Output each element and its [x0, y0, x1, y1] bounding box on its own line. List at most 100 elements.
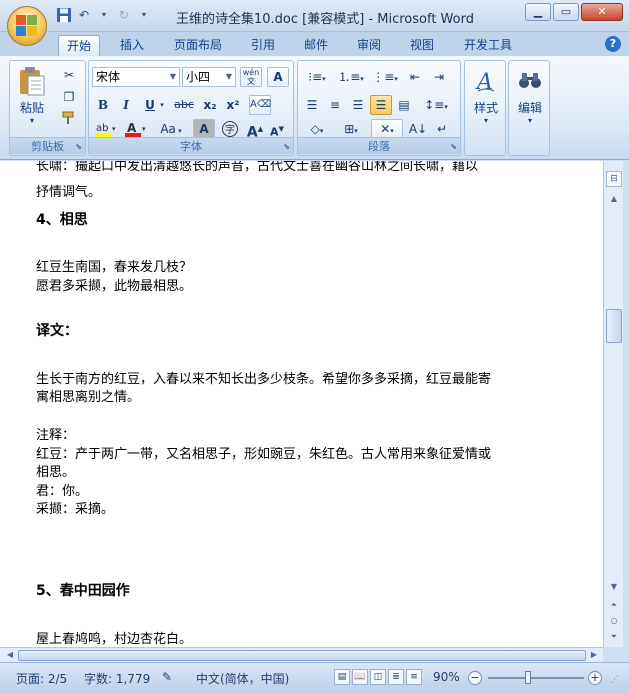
redo-icon[interactable]: ↻ — [116, 7, 132, 23]
tab-developer[interactable]: 开发工具 — [456, 35, 520, 56]
customize-toolbar-icon[interactable]: ▾ — [136, 7, 152, 23]
paste-button[interactable]: 粘贴 ▾ — [14, 65, 50, 125]
editing-button[interactable]: 编辑 ▾ — [513, 65, 547, 125]
borders-icon[interactable]: ⊞▾ — [335, 119, 367, 139]
zoom-level[interactable]: 90% — [433, 670, 460, 684]
justify-icon[interactable]: ☰ — [370, 95, 392, 115]
horizontal-scroll-thumb[interactable] — [18, 650, 586, 661]
asian-layout-icon[interactable]: ✕▾ — [371, 119, 403, 139]
tab-review[interactable]: 审阅 — [349, 35, 389, 56]
document-page[interactable]: 长啸：撮起口中发出清越悠长的声音，古代文士喜在幽谷山林之间长啸，藉以 抒情调气。… — [0, 161, 603, 647]
chevron-down-icon: ▼ — [169, 72, 176, 81]
status-bar: 页面: 2/5 字数: 1,779 ✎ 中文(简体，中国) ▤ 📖 ◫ ≣ ≡ … — [0, 662, 629, 693]
font-color-button[interactable]: A ▾ — [122, 119, 150, 139]
zoom-slider-track[interactable] — [488, 677, 584, 679]
multilevel-list-icon[interactable]: ⋮≡▾ — [369, 67, 401, 87]
horizontal-scrollbar[interactable]: ◀ ▶ — [0, 647, 603, 662]
web-layout-icon[interactable]: ◫ — [370, 669, 386, 685]
close-button[interactable]: ✕ — [581, 3, 623, 21]
chevron-down-icon: ▼ — [225, 72, 232, 81]
format-painter-icon[interactable] — [58, 109, 80, 129]
character-shading-button[interactable]: A — [193, 119, 215, 139]
sort-icon[interactable]: A↓ — [407, 119, 429, 139]
align-right-icon[interactable]: ☰ — [347, 95, 369, 115]
outline-view-icon[interactable]: ≣ — [388, 669, 404, 685]
tab-references[interactable]: 引用 — [243, 35, 283, 56]
maximize-button[interactable]: ▭ — [553, 3, 579, 21]
font-size-combo[interactable]: 小四 ▼ — [182, 67, 236, 87]
svg-text:字: 字 — [225, 123, 235, 136]
bullets-icon[interactable]: ⁝≡▾ — [301, 67, 333, 87]
shrink-font-button[interactable]: A▼ — [266, 119, 288, 139]
cut-icon[interactable]: ✂ — [58, 65, 80, 85]
show-marks-icon[interactable]: ↵ — [431, 119, 453, 139]
clear-formatting-icon[interactable]: A⌫ — [249, 95, 271, 115]
zoom-slider-thumb[interactable] — [525, 671, 531, 684]
shading-icon[interactable]: ◇▾ — [301, 119, 333, 139]
decrease-indent-icon[interactable]: ⇤ — [404, 67, 426, 87]
numbering-icon[interactable]: ⒈≡▾ — [335, 67, 367, 87]
word-count[interactable]: 字数: 1,779 — [84, 670, 150, 687]
underline-dropdown-icon[interactable]: ▾ — [157, 95, 167, 115]
character-border-button[interactable]: A — [267, 67, 289, 87]
document-line: 采撷：采摘。 — [36, 502, 115, 517]
draft-view-icon[interactable]: ≡ — [406, 669, 422, 685]
scroll-left-icon[interactable]: ◀ — [2, 648, 18, 662]
change-case-button[interactable]: Aa ▾ — [155, 119, 187, 139]
full-screen-reading-icon[interactable]: 📖 — [352, 669, 368, 685]
italic-button[interactable]: I — [115, 95, 137, 115]
enclose-characters-icon[interactable]: 字 — [219, 119, 241, 139]
align-center-icon[interactable]: ≡ — [324, 95, 346, 115]
increase-indent-icon[interactable]: ⇥ — [428, 67, 450, 87]
page-indicator[interactable]: 页面: 2/5 — [16, 670, 67, 687]
scroll-down-icon[interactable]: ▼ — [606, 579, 622, 595]
bold-button[interactable]: B — [92, 95, 114, 115]
proofing-icon[interactable]: ✎ — [162, 670, 172, 684]
tab-page-layout[interactable]: 页面布局 — [166, 35, 230, 56]
grow-font-button[interactable]: A▲ — [244, 119, 266, 141]
svg-text:ab: ab — [96, 123, 108, 134]
print-layout-view-icon[interactable]: ▤ — [334, 669, 350, 685]
tab-home[interactable]: 开始 — [58, 35, 100, 56]
dialog-launcher-icon[interactable]: ⬊ — [283, 142, 290, 151]
scroll-right-icon[interactable]: ▶ — [586, 648, 602, 662]
tab-view[interactable]: 视图 — [402, 35, 442, 56]
help-icon[interactable]: ? — [605, 36, 621, 52]
title-bar: ↶ ▾ ↻ ▾ 王维的诗全集10.doc [兼容模式] - Microsoft … — [0, 0, 629, 32]
undo-icon[interactable]: ↶ — [76, 7, 92, 23]
document-line: 愿君多采撷，此物最相思。 — [36, 279, 193, 294]
styles-button[interactable]: A 样式 ▾ — [469, 65, 503, 125]
save-icon[interactable] — [56, 7, 72, 23]
dialog-launcher-icon[interactable]: ⬊ — [450, 142, 457, 151]
language-indicator[interactable]: 中文(简体，中国) — [196, 670, 289, 687]
line-spacing-icon[interactable]: ↕≡▾ — [420, 95, 452, 115]
scroll-up-icon[interactable]: ▲ — [606, 191, 622, 207]
document-line: 屋上春鸠鸣，村边杏花白。 — [36, 632, 193, 647]
previous-page-icon[interactable]: ⏶ — [606, 597, 622, 613]
view-ruler-icon[interactable]: ⊟ — [606, 171, 622, 187]
distributed-icon[interactable]: ▤ — [393, 95, 415, 115]
vertical-scroll-thumb[interactable] — [606, 309, 622, 343]
office-button[interactable] — [7, 6, 47, 46]
tab-insert[interactable]: 插入 — [112, 35, 152, 56]
vertical-scrollbar[interactable]: ⊟ ▲ ▼ ⏶ ○ ⏷ — [603, 161, 623, 647]
next-page-icon[interactable]: ⏷ — [606, 629, 622, 645]
font-name-combo[interactable]: 宋体 ▼ — [92, 67, 180, 87]
resize-grip-icon[interactable]: ⋰ — [610, 675, 619, 685]
zoom-out-icon[interactable]: − — [468, 671, 482, 685]
superscript-button[interactable]: x² — [222, 95, 244, 115]
subscript-button[interactable]: x₂ — [199, 95, 221, 115]
strikethrough-button[interactable]: abc — [171, 95, 197, 115]
select-browse-object-icon[interactable]: ○ — [606, 613, 622, 629]
minimize-button[interactable]: ▁ — [525, 3, 551, 21]
copy-icon[interactable]: ❐ — [58, 87, 80, 107]
phonetic-guide-icon[interactable]: wén 文 — [240, 67, 262, 87]
zoom-in-icon[interactable]: + — [588, 671, 602, 685]
window-controls: ▁ ▭ ✕ — [525, 3, 623, 21]
tab-mailings[interactable]: 邮件 — [296, 35, 336, 56]
text-highlight-button[interactable]: ab ▾ — [92, 119, 120, 139]
ribbon: 粘贴 ▾ ✂ ❐ 剪贴板 ⬊ 宋体 ▼ 小四 ▼ wén 文 A B I U ▾ ab… — [0, 56, 629, 160]
align-left-icon[interactable]: ☰ — [301, 95, 323, 115]
dropdown-arrow-icon[interactable]: ▾ — [96, 7, 112, 23]
dialog-launcher-icon[interactable]: ⬊ — [75, 142, 82, 151]
